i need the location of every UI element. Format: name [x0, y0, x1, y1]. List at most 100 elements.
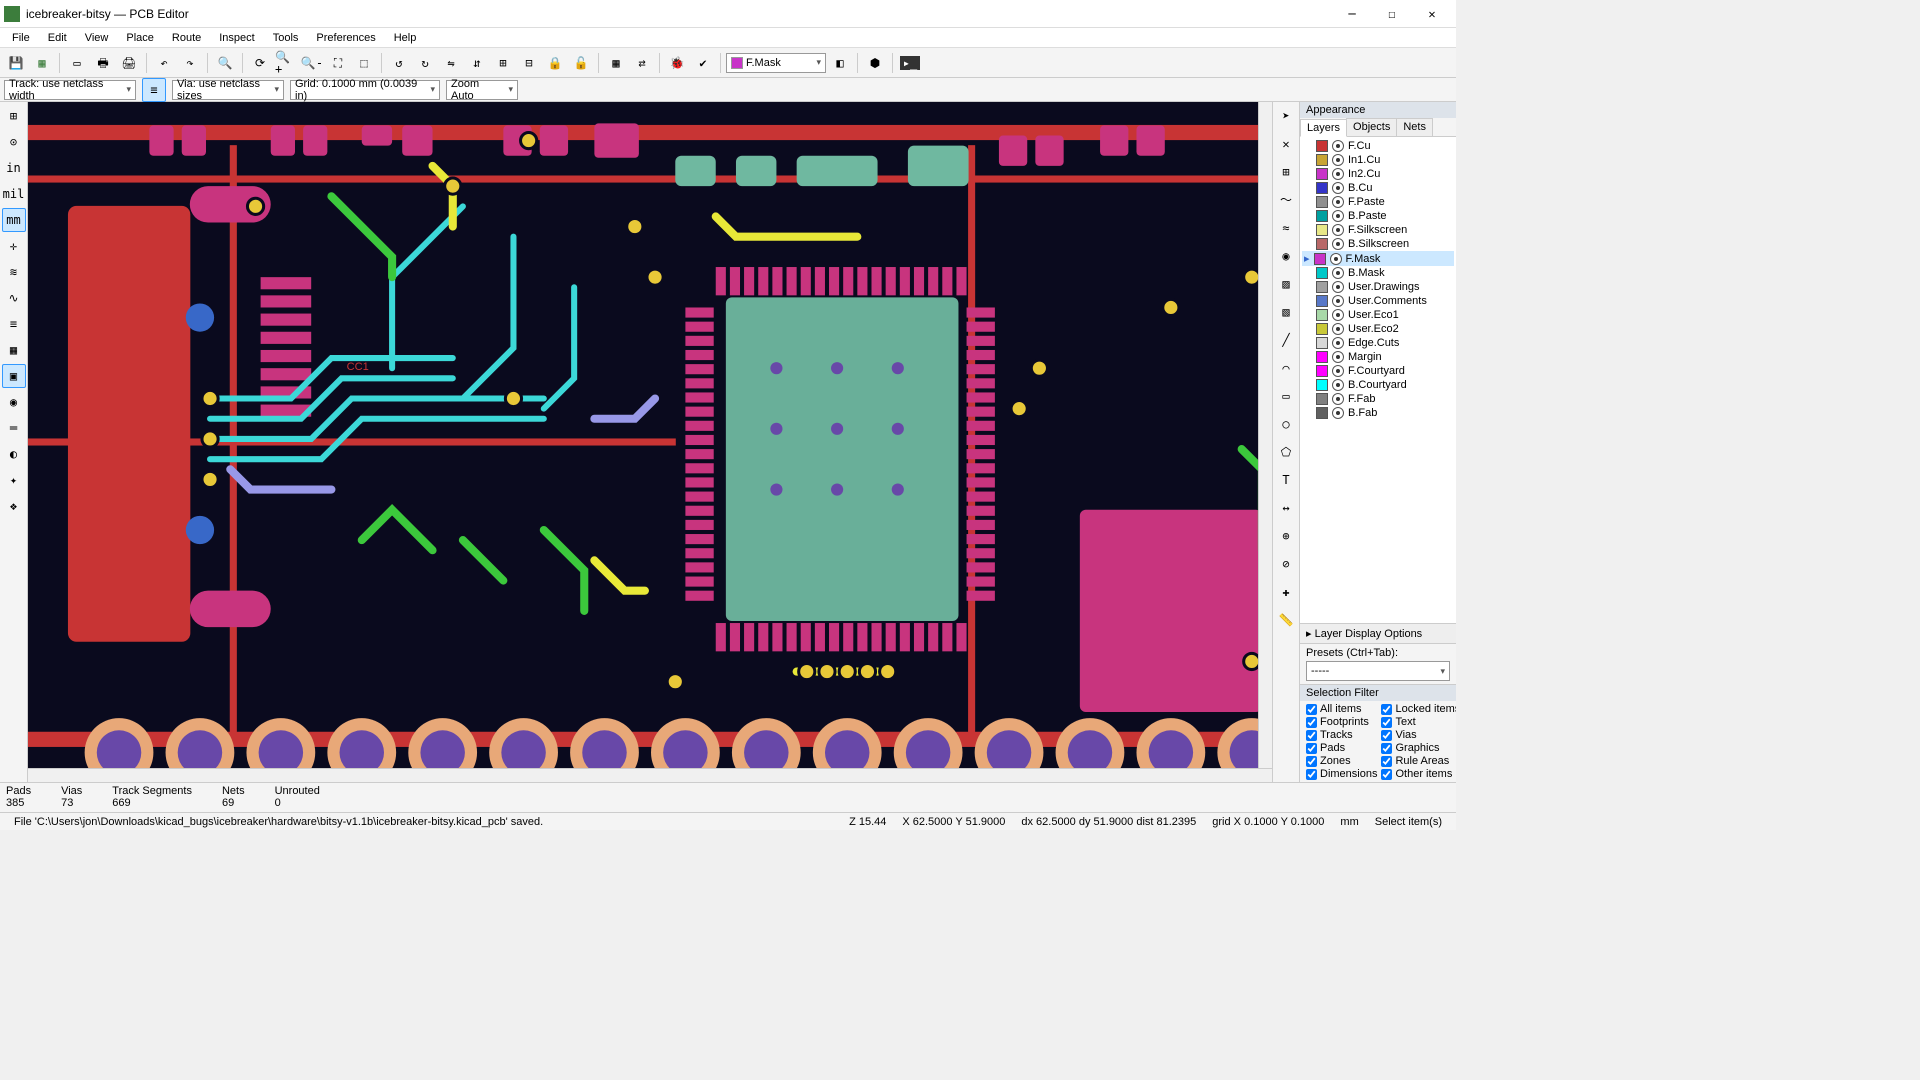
footprint-editor-button[interactable]: ▦: [604, 51, 628, 75]
maximize-button[interactable]: ☐: [1372, 0, 1412, 28]
tab-nets[interactable]: Nets: [1396, 118, 1433, 136]
route-track[interactable]: 〜: [1274, 188, 1298, 212]
layer-row-b-cu[interactable]: B.Cu: [1302, 181, 1454, 195]
layer-visibility-toggle[interactable]: [1332, 238, 1344, 250]
layer-swatch-icon[interactable]: [1316, 365, 1328, 377]
layer-alpha[interactable]: ✦: [2, 468, 26, 492]
layer-visibility-toggle[interactable]: [1332, 281, 1344, 293]
layer-swatch-icon[interactable]: [1316, 295, 1328, 307]
draw-rect[interactable]: ▭: [1274, 384, 1298, 408]
add-dimension[interactable]: ↔: [1274, 496, 1298, 520]
via-display[interactable]: ◉: [2, 390, 26, 414]
anchor-tool[interactable]: ✚: [1274, 580, 1298, 604]
mirror-v-button[interactable]: ⇵: [465, 51, 489, 75]
inches-unit[interactable]: in: [2, 156, 26, 180]
layer-visibility-toggle[interactable]: [1332, 154, 1344, 166]
layer-swatch-icon[interactable]: [1316, 140, 1328, 152]
layer-swatch-icon[interactable]: [1314, 253, 1326, 265]
group-button[interactable]: ⊞: [491, 51, 515, 75]
layer-swatch-icon[interactable]: [1316, 182, 1328, 194]
draw-poly[interactable]: ⬠: [1274, 440, 1298, 464]
lock-button[interactable]: 🔒: [543, 51, 567, 75]
layer-swatch-icon[interactable]: [1316, 309, 1328, 321]
layer-visibility-toggle[interactable]: [1332, 337, 1344, 349]
sf-other-items[interactable]: Other items: [1381, 768, 1456, 780]
zoom-out-button[interactable]: 🔍-: [300, 51, 324, 75]
sf-footprints-checkbox[interactable]: [1306, 717, 1317, 728]
layer-swatch-icon[interactable]: [1316, 154, 1328, 166]
sf-pads-checkbox[interactable]: [1306, 743, 1317, 754]
save-button[interactable]: 💾: [4, 51, 28, 75]
layer-visibility-toggle[interactable]: [1332, 182, 1344, 194]
redo-button[interactable]: ↷: [178, 51, 202, 75]
layer-row-f-cu[interactable]: F.Cu: [1302, 139, 1454, 153]
status-unit[interactable]: mm: [1332, 816, 1366, 828]
layer-swatch-icon[interactable]: [1316, 281, 1328, 293]
layer-list[interactable]: F.CuIn1.CuIn2.CuB.CuF.PasteB.PasteF.Silk…: [1300, 137, 1456, 623]
presets-dropdown[interactable]: -----: [1306, 661, 1450, 681]
draw-circle[interactable]: ○: [1274, 412, 1298, 436]
layer-row-user-eco1[interactable]: User.Eco1: [1302, 308, 1454, 322]
route-diff[interactable]: ≈: [1274, 216, 1298, 240]
layer-swatch-icon[interactable]: [1316, 337, 1328, 349]
menu-route[interactable]: Route: [164, 30, 209, 46]
polar-coord[interactable]: ⊙: [2, 130, 26, 154]
rotate-ccw-button[interactable]: ↺: [387, 51, 411, 75]
rotate-cw-button[interactable]: ↻: [413, 51, 437, 75]
sf-other-items-checkbox[interactable]: [1381, 769, 1392, 780]
layer-visibility-toggle[interactable]: [1332, 140, 1344, 152]
menu-preferences[interactable]: Preferences: [308, 30, 383, 46]
measure-tool[interactable]: 📏: [1274, 608, 1298, 632]
sf-text[interactable]: Text: [1381, 716, 1456, 728]
update-from-schematic-button[interactable]: ⇄: [630, 51, 654, 75]
layer-row-user-comments[interactable]: User.Comments: [1302, 294, 1454, 308]
menu-tools[interactable]: Tools: [265, 30, 307, 46]
cursor-shape[interactable]: ✛: [2, 234, 26, 258]
canvas-scrollbar-h[interactable]: [28, 768, 1272, 782]
tab-objects[interactable]: Objects: [1346, 118, 1397, 136]
drc-button[interactable]: 🐞: [665, 51, 689, 75]
layer-display-options[interactable]: ▸ Layer Display Options: [1300, 623, 1456, 643]
sf-zones[interactable]: Zones: [1306, 755, 1377, 767]
menu-view[interactable]: View: [77, 30, 117, 46]
layer-visibility-toggle[interactable]: [1332, 196, 1344, 208]
layer-visibility-toggle[interactable]: [1332, 210, 1344, 222]
layer-swatch-icon[interactable]: [1316, 393, 1328, 405]
draw-arc[interactable]: ⌒: [1274, 356, 1298, 380]
menu-file[interactable]: File: [4, 30, 38, 46]
board-setup-button[interactable]: ▦: [30, 51, 54, 75]
menu-place[interactable]: Place: [118, 30, 162, 46]
sf-tracks-checkbox[interactable]: [1306, 730, 1317, 741]
zone-display[interactable]: ▦: [2, 338, 26, 362]
grid-toggle[interactable]: ⊞: [2, 104, 26, 128]
layer-visibility-toggle[interactable]: [1332, 351, 1344, 363]
layer-row-edge-cuts[interactable]: Edge.Cuts: [1302, 336, 1454, 350]
plot-button[interactable]: 🖨: [117, 51, 141, 75]
canvas-scrollbar-v[interactable]: [1258, 102, 1272, 768]
layer-swatch-icon[interactable]: [1316, 210, 1328, 222]
sf-graphics[interactable]: Graphics: [1381, 742, 1456, 754]
sf-locked-items-checkbox[interactable]: [1381, 704, 1392, 715]
scripting-console-button[interactable]: ▸_: [898, 51, 922, 75]
layer-swatch-icon[interactable]: [1316, 168, 1328, 180]
layer-row-b-courtyard[interactable]: B.Courtyard: [1302, 378, 1454, 392]
find-button[interactable]: 🔍: [213, 51, 237, 75]
drc-check-button[interactable]: ✔: [691, 51, 715, 75]
layer-swatch-icon[interactable]: [1316, 379, 1328, 391]
layer-row-user-drawings[interactable]: User.Drawings: [1302, 280, 1454, 294]
sf-dimensions-checkbox[interactable]: [1306, 769, 1317, 780]
select-tool[interactable]: ➤: [1274, 104, 1298, 128]
sf-footprints[interactable]: Footprints: [1306, 716, 1377, 728]
3d-viewer-button[interactable]: ⬢: [863, 51, 887, 75]
layer-visibility-toggle[interactable]: [1332, 267, 1344, 279]
unlock-button[interactable]: 🔓: [569, 51, 593, 75]
sf-dimensions[interactable]: Dimensions: [1306, 768, 1377, 780]
layer-row-margin[interactable]: Margin: [1302, 350, 1454, 364]
grid-dropdown[interactable]: Grid: 0.1000 mm (0.0039 in): [290, 80, 440, 100]
pad-display[interactable]: ▣: [2, 364, 26, 388]
display-grid[interactable]: ⊞: [1274, 160, 1298, 184]
track-display[interactable]: ═: [2, 416, 26, 440]
sf-all-items[interactable]: All items: [1306, 703, 1377, 715]
mirror-h-button[interactable]: ⇋: [439, 51, 463, 75]
layer-row-user-eco2[interactable]: User.Eco2: [1302, 322, 1454, 336]
